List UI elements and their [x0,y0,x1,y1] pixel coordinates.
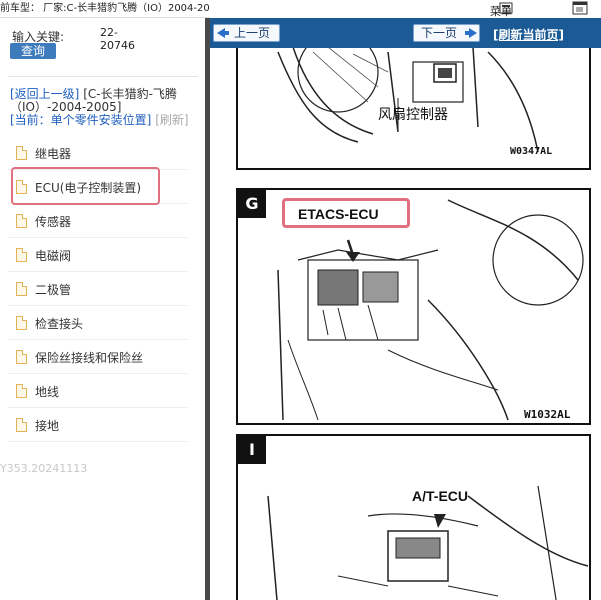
file-icon [16,146,27,160]
at-ecu-label: A/T-ECU [412,488,468,504]
file-icon [16,248,27,262]
tree-item-label: 地线 [35,385,60,399]
file-icon [16,350,27,364]
back-link[interactable]: [返回上一级] [10,87,79,101]
tree-item-label: 传感器 [35,215,72,229]
file-icon [16,214,27,228]
file-icon [16,282,27,296]
vehicle-info-bar: 前车型： 厂家:C-长丰猎豹飞腾（IO）2004-2005 [0,0,210,18]
at-ecu-illustration [267,485,589,600]
file-icon [16,384,27,398]
left-pane: 输入关键: 22-20746 查询 [返回上一级] [C-长丰猎豹-飞腾（IO）… [0,18,205,600]
divider [8,76,198,77]
arrow-right-icon [465,28,477,38]
query-button[interactable]: 查询 [10,43,56,59]
arrow-left-icon [217,28,229,38]
tree-item[interactable]: 传感器 [8,204,188,238]
version-text: Y353.20241113 [0,462,88,475]
etacs-figure-code: W1032AL [524,408,571,421]
tree-item-label: 二极管 [35,283,72,297]
etacs-highlight [282,198,410,228]
tree-item-label: 接地 [35,419,60,433]
tree-item[interactable]: 继电器 [8,136,188,170]
file-icon [16,316,27,330]
prev-page-button[interactable]: 上一页 [213,24,280,42]
tree-item[interactable]: 接地 [8,408,188,442]
refresh-link[interactable]: [刷新] [155,113,188,127]
tree-item[interactable]: 保险丝接线和保险丝 [8,340,188,374]
top-toolbar: 菜单 [210,0,601,18]
file-icon [16,418,27,432]
fan-figure-code: W0347AL [510,146,553,157]
next-page-button[interactable]: 下一页 [413,24,480,42]
tree-item[interactable]: 地线 [8,374,188,408]
tree-item-label: 继电器 [35,147,72,161]
fan-controller-label: 风扇控制器 [378,107,448,123]
manual-page: 风扇控制器 W0347AL G ETACS-ECU W1032AL I A/T-… [210,48,601,600]
breadcrumb: [返回上一级] [C-长丰猎豹-飞腾（IO）-2004-2005] [当前：单个… [10,88,196,127]
current-link[interactable]: [当前：单个零件安装位置] [10,113,151,127]
window-icon[interactable] [572,1,588,15]
selected-item-highlight [11,167,160,205]
tree-item-label: 电磁阀 [35,249,72,263]
tree-item[interactable]: 检查接头 [8,306,188,340]
refresh-page-link[interactable]: [刷新当前页] [493,26,564,43]
tree-item-label: 检查接头 [35,317,84,331]
prev-page-label: 上一页 [234,26,271,40]
menu-label[interactable]: 菜单 [490,3,512,19]
diagram-at-ecu: I A/T-ECU [236,434,591,600]
tree-item[interactable]: 电磁阀 [8,238,188,272]
next-page-label: 下一页 [421,26,458,40]
document-pane: 上一页 下一页 [刷新当前页] 风扇控制器 W0347AL G ETACS-EC… [210,18,601,600]
page-navbar: 上一页 下一页 [刷新当前页] [210,18,601,48]
diagram-fan-controller: 风扇控制器 W0347AL [236,48,591,170]
tree-item-label: 保险丝接线和保险丝 [35,351,144,365]
vehicle-info-text: 前车型： 厂家:C-长丰猎豹飞腾（IO）2004-2005 [0,3,210,14]
tree-item[interactable]: 二极管 [8,272,188,306]
search-input[interactable]: 22-20746 [100,26,146,52]
